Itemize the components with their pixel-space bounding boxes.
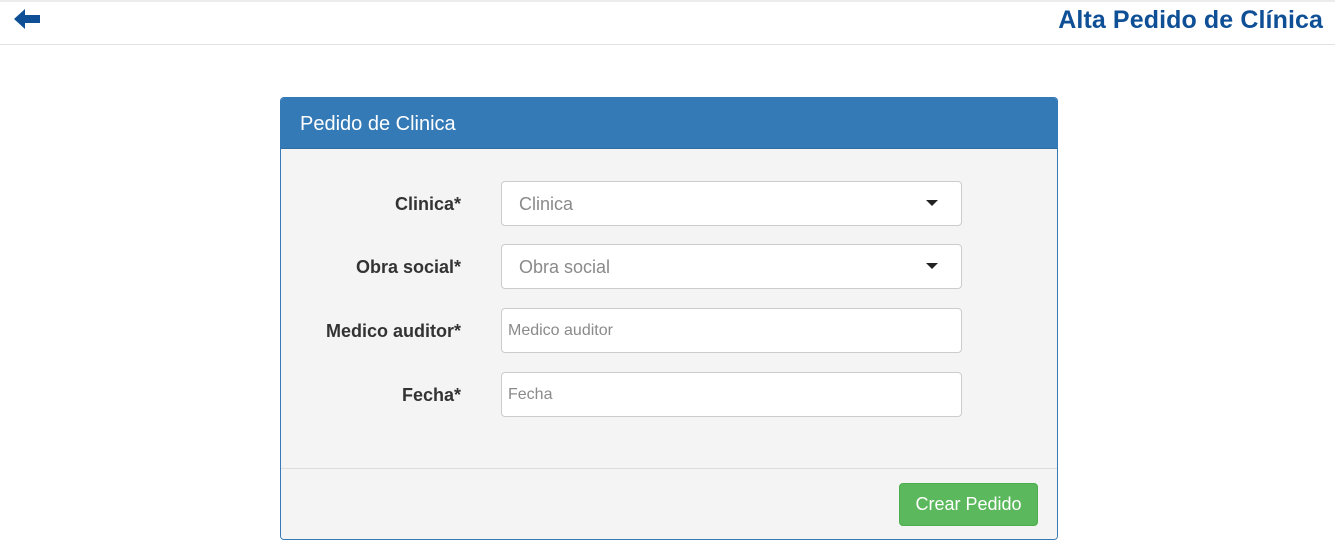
caret-down-icon <box>926 200 938 206</box>
arrow-left-icon <box>14 9 40 29</box>
form-row-obra-social: Obra social* Obra social <box>281 244 1057 289</box>
panel-footer: Crear Pedido <box>281 468 1057 539</box>
panel-heading: Pedido de Clinica <box>281 98 1057 149</box>
page-title: Alta Pedido de Clínica <box>1058 6 1323 34</box>
fecha-input[interactable] <box>501 372 962 417</box>
top-shadow <box>0 0 1335 2</box>
form-row-clinica: Clinica* Clinica <box>281 181 1057 226</box>
top-bar: Alta Pedido de Clínica <box>0 0 1335 45</box>
medico-auditor-input[interactable] <box>501 308 962 353</box>
create-order-button[interactable]: Crear Pedido <box>899 483 1038 526</box>
caret-down-icon <box>926 263 938 269</box>
obra-social-label: Obra social* <box>355 257 461 277</box>
order-form-panel: Pedido de Clinica Clinica* Clinica Obra … <box>280 97 1058 540</box>
clinica-select-placeholder: Clinica <box>519 194 574 214</box>
fecha-label: Fecha* <box>401 385 461 405</box>
obra-social-select[interactable]: Obra social <box>501 244 962 289</box>
clinica-label: Clinica* <box>394 194 461 214</box>
back-button[interactable] <box>12 7 42 31</box>
obra-social-select-placeholder: Obra social <box>519 257 611 277</box>
medico-auditor-label: Medico auditor* <box>325 321 461 341</box>
form-row-fecha: Fecha* <box>281 372 1057 417</box>
clinica-select[interactable]: Clinica <box>501 181 962 226</box>
form-row-medico-auditor: Medico auditor* <box>281 308 1057 353</box>
